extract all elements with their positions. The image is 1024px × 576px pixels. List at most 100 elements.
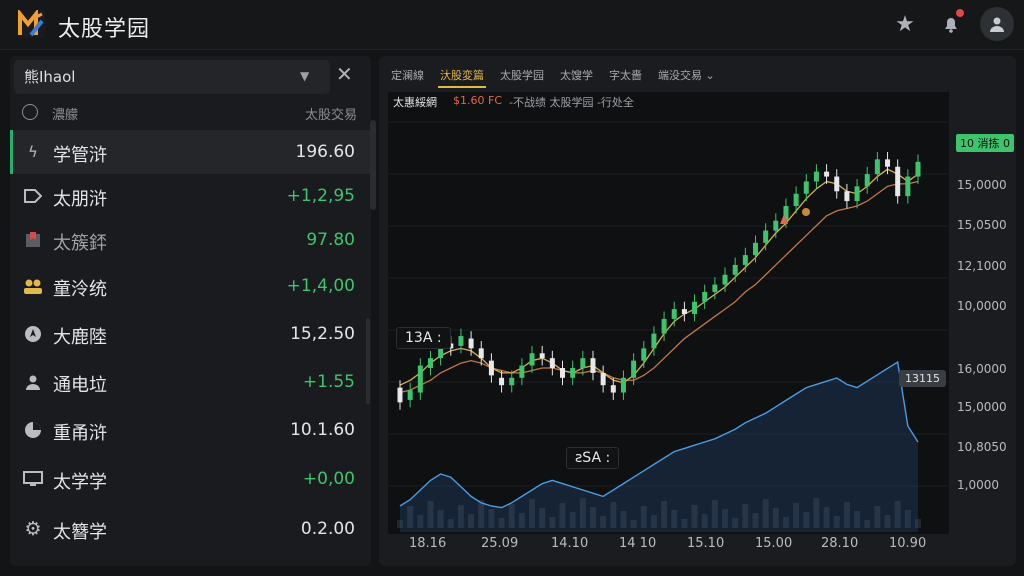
item-name: 太簇銔 xyxy=(53,233,107,254)
candle-body xyxy=(864,174,870,187)
y-tick: 10,8050 xyxy=(957,440,1007,454)
item-name: 学管浒 xyxy=(53,145,107,166)
oscillator-area xyxy=(400,362,918,532)
candle-body xyxy=(874,159,880,175)
tab-5[interactable]: 端没交易 ⌄ xyxy=(656,66,717,88)
notification-icon[interactable] xyxy=(936,9,966,39)
y-tick: 1,0000 xyxy=(957,478,999,492)
tab-1[interactable]: 汏股変篇 xyxy=(438,66,486,88)
candle-body xyxy=(570,368,576,378)
watchlist-panel: ▼ ✕ 濃艨 太股交易 ϟ 学管浒 196.60 太朋浒 +1,2,95 太簇銔… xyxy=(10,56,371,566)
y-tick: 12,1000 xyxy=(957,259,1007,273)
item-value: +0,00 xyxy=(302,469,355,489)
item-name: 太朋浒 xyxy=(53,189,107,210)
y-tick: 16,0000 xyxy=(957,362,1007,376)
app-title: 太股学园 xyxy=(58,17,151,42)
scrollbar[interactable] xyxy=(370,120,376,210)
candle-body xyxy=(803,181,809,194)
callout-label: ƨSA : xyxy=(566,447,620,469)
ma-fast-line xyxy=(399,168,919,386)
candle-body xyxy=(417,365,423,393)
chart-price: $1.60 FC xyxy=(453,94,502,107)
candle-body xyxy=(732,264,738,275)
compass-icon xyxy=(22,323,44,345)
candle-body xyxy=(580,358,586,368)
column-header-value: 太股交易 xyxy=(304,108,357,123)
tab-3[interactable]: 太馊学 xyxy=(558,66,595,88)
x-tick: 10.90 xyxy=(889,536,927,551)
candle-body xyxy=(854,186,860,202)
item-value: +1,2,95 xyxy=(286,186,355,206)
item-name: 大鹿陸 xyxy=(53,327,107,348)
list-item[interactable]: 太簇銔 97.80 xyxy=(10,218,371,262)
item-name: 通电垃 xyxy=(53,375,107,396)
candle-body xyxy=(692,301,698,314)
app-logo-icon xyxy=(17,10,45,38)
tag-icon xyxy=(22,185,44,207)
tab-2[interactable]: 太股学园 xyxy=(498,66,546,88)
lightning-icon: ϟ xyxy=(28,143,38,161)
x-tick: 14 10 xyxy=(619,536,657,551)
candlestick-chart[interactable] xyxy=(388,92,949,534)
candle-body xyxy=(895,166,901,197)
candle-body xyxy=(407,390,413,400)
candle-body xyxy=(519,365,525,378)
list-item[interactable]: 童泠统 +1,4,00 xyxy=(10,264,371,308)
item-value: 10.1.60 xyxy=(290,420,355,440)
list-item[interactable]: 重甬浒 10.1.60 xyxy=(10,408,371,452)
candle-body xyxy=(458,336,464,346)
signal-marker xyxy=(802,208,810,216)
candle-body xyxy=(549,358,555,368)
close-icon[interactable]: ✕ xyxy=(336,64,353,84)
candle-body xyxy=(661,318,667,334)
item-value: 97.80 xyxy=(306,230,355,250)
price-tag: 10 消拣 0 xyxy=(956,134,1014,152)
group-icon xyxy=(22,275,44,297)
candle-body xyxy=(824,171,830,177)
bookmark-icon xyxy=(22,229,44,251)
list-item[interactable]: 太朋浒 +1,2,95 xyxy=(10,174,371,218)
x-tick: 28.10 xyxy=(821,536,859,551)
list-item[interactable]: 太学学 +0,00 xyxy=(10,457,371,501)
y-tick: 15,0000 xyxy=(957,400,1007,414)
user-avatar-icon xyxy=(990,17,1004,32)
candle-body xyxy=(590,358,596,373)
item-value: 196.60 xyxy=(295,142,355,162)
scrollbar-lower[interactable] xyxy=(366,318,370,404)
candle-body xyxy=(499,377,505,386)
tab-4[interactable]: 字太嗇 xyxy=(607,66,644,88)
candle-body xyxy=(844,191,850,202)
list-item[interactable]: ϟ 学管浒 196.60 xyxy=(10,130,371,174)
candle-body xyxy=(885,159,891,167)
chevron-down-icon[interactable]: ▼ xyxy=(300,69,309,83)
candle-body xyxy=(641,348,647,361)
candle-body xyxy=(773,220,779,231)
monitor-icon xyxy=(22,468,44,490)
candle-body xyxy=(539,353,545,359)
list-item[interactable]: ⚙ 太簪学 0.2.00 xyxy=(10,507,371,551)
item-name: 童泠统 xyxy=(53,279,107,300)
list-item[interactable]: 通电垃 +1.55 xyxy=(10,360,371,404)
candle-body xyxy=(600,372,606,386)
bell-icon xyxy=(945,18,957,33)
candle-body xyxy=(488,360,494,376)
y-tick: 10,0000 xyxy=(957,299,1007,313)
candle-body xyxy=(671,309,677,319)
list-item[interactable]: 大鹿陸 15,2.50 xyxy=(10,312,371,356)
search-box[interactable]: ▼ xyxy=(14,60,330,94)
candle-body xyxy=(905,176,911,197)
candle-body xyxy=(681,309,687,314)
tab-0[interactable]: 定澜線 xyxy=(389,66,426,88)
item-name: 重甬浒 xyxy=(53,423,107,444)
x-tick: 14.10 xyxy=(551,536,589,551)
x-tick: 15.00 xyxy=(755,536,793,551)
candle-body xyxy=(529,353,535,366)
user-icon xyxy=(22,371,44,393)
candle-body xyxy=(915,161,921,177)
avatar[interactable] xyxy=(980,7,1014,41)
notification-badge xyxy=(956,9,964,17)
star-icon[interactable]: ★ xyxy=(890,9,920,39)
candle-body xyxy=(631,360,637,378)
item-value: 0.2.00 xyxy=(300,519,355,539)
search-input[interactable] xyxy=(24,67,294,85)
